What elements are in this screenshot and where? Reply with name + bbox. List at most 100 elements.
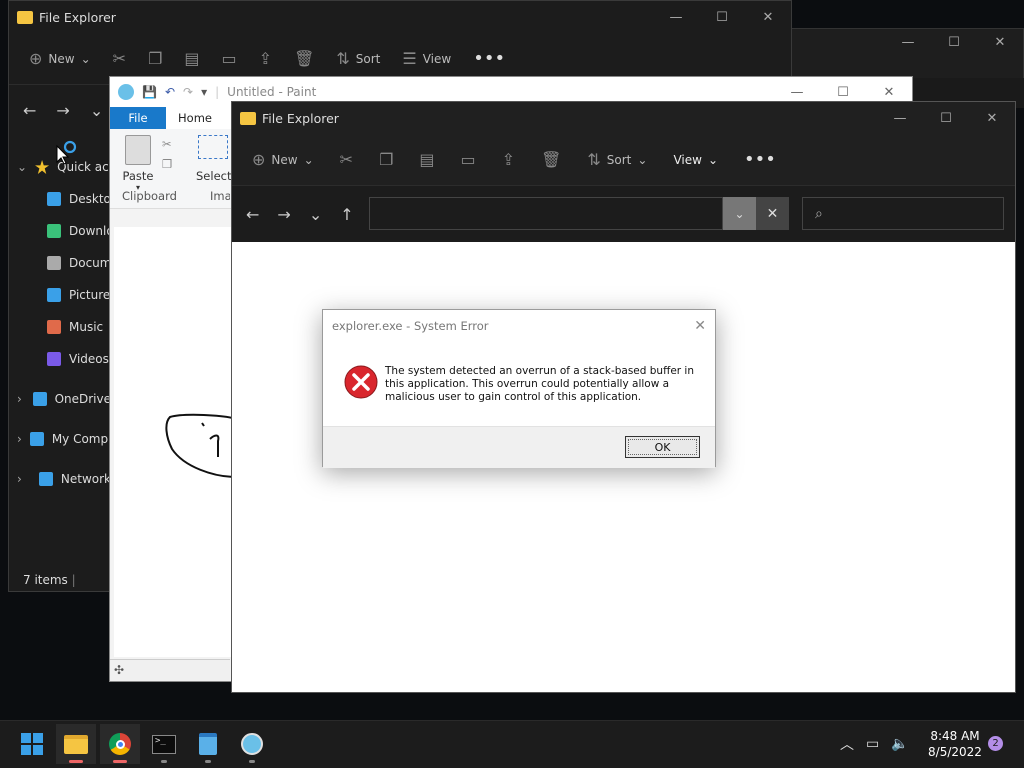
new-label: New (48, 51, 75, 66)
customize-icon[interactable]: ▾ (201, 85, 207, 99)
videos-icon (47, 352, 61, 366)
maximize-icon[interactable]: ☐ (699, 1, 745, 33)
select-button[interactable]: Select (196, 135, 231, 183)
share-icon[interactable]: ⇪ (502, 150, 515, 169)
paste-icon[interactable]: ▤ (184, 49, 199, 68)
copy-icon[interactable]: ❐ (379, 150, 393, 169)
nav-item[interactable]: Pictures (9, 279, 111, 311)
file-explorer-taskbar-button[interactable] (56, 724, 96, 764)
dialog-footer: OK (323, 426, 715, 468)
search-icon: ⌕ (815, 205, 823, 222)
clear-address-icon[interactable]: ✕ (756, 197, 789, 230)
paint-taskbar-button[interactable] (232, 724, 272, 764)
chevron-down-icon[interactable]: ⌄ (17, 160, 27, 174)
cut-icon[interactable]: ✂ (340, 150, 353, 169)
share-icon[interactable]: ⇪ (259, 49, 272, 68)
window-title: File Explorer (39, 9, 116, 25)
ok-button[interactable]: OK (625, 436, 700, 458)
cut-icon[interactable]: ✂ (113, 49, 126, 68)
chevron-down-icon[interactable]: ⌄ (90, 101, 103, 120)
chevron-right-icon[interactable]: › (17, 432, 22, 446)
music-icon (47, 320, 61, 334)
rename-icon[interactable]: ▭ (222, 49, 237, 68)
chevron-right-icon[interactable]: › (17, 472, 31, 486)
copy-icon[interactable]: ❐ (148, 49, 162, 68)
minimize-icon[interactable]: — (877, 102, 923, 134)
redo-icon[interactable]: ↷ (183, 85, 193, 99)
minimize-icon[interactable]: — (885, 29, 931, 55)
new-button[interactable]: ⊕ New ⌄ (29, 49, 91, 68)
image-group-label: Image (210, 189, 230, 203)
sort-button[interactable]: ⇅ Sort ⌄ (587, 150, 647, 169)
delete-icon[interactable]: 🗑 (294, 49, 314, 68)
network-icon[interactable]: ▭ (866, 736, 879, 752)
pictures-icon (47, 288, 61, 302)
drawing-canvas[interactable] (114, 227, 237, 657)
address-bar[interactable] (369, 197, 723, 230)
running-indicator (205, 760, 211, 763)
chevron-down-icon: ⌄ (637, 152, 648, 167)
view-button[interactable]: View ⌄ (673, 153, 718, 167)
computer-icon (29, 432, 44, 446)
close-icon[interactable]: ✕ (969, 102, 1015, 134)
clock[interactable]: 8:48 AM 8/5/2022 (920, 728, 990, 760)
select-icon (198, 135, 228, 159)
search-box[interactable]: ⌕ (802, 197, 1004, 230)
nav-item[interactable]: Videos (9, 343, 111, 375)
notification-badge[interactable]: 2 (988, 736, 1003, 751)
rename-icon[interactable]: ▭ (461, 150, 476, 169)
title-bar[interactable]: File Explorer — ☐ ✕ (9, 1, 791, 33)
chevron-right-icon[interactable]: › (17, 392, 25, 406)
undo-icon[interactable]: ↶ (165, 85, 175, 99)
paste-button[interactable]: Paste ▾ (120, 135, 156, 192)
close-icon[interactable]: ✕ (977, 29, 1023, 55)
status-bar: 7 items | (23, 573, 76, 587)
paste-icon[interactable]: ▤ (419, 150, 434, 169)
dialog-title: explorer.exe - System Error (332, 319, 489, 333)
nav-item[interactable]: › Network (9, 463, 111, 495)
more-icon[interactable]: ••• (744, 149, 776, 170)
tab-file[interactable]: File (110, 107, 166, 129)
chevron-down-icon[interactable]: ⌄ (309, 205, 322, 224)
notepad-icon (199, 733, 217, 755)
nav-item[interactable]: › My Computer (9, 423, 111, 455)
address-dropdown-icon[interactable]: ⌄ (723, 197, 756, 230)
notepad-taskbar-button[interactable] (188, 724, 228, 764)
forward-arrow-icon[interactable]: → (277, 205, 290, 224)
clock-time: 8:48 AM (930, 729, 980, 743)
forward-arrow-icon[interactable]: → (56, 101, 69, 120)
maximize-icon[interactable]: ☐ (931, 29, 977, 55)
dialog-title-bar[interactable]: explorer.exe - System Error ✕ (323, 310, 715, 342)
tab-home[interactable]: Home (166, 111, 224, 125)
up-arrow-icon[interactable]: ↑ (340, 205, 353, 224)
close-icon[interactable]: ✕ (694, 318, 706, 334)
copy-icon[interactable]: ❐ (162, 157, 172, 171)
delete-icon[interactable]: 🗑 (541, 150, 561, 169)
nav-item[interactable]: Downloads (9, 215, 111, 247)
nav-item[interactable]: › OneDrive (9, 383, 111, 415)
title-bar[interactable]: File Explorer — ☐ ✕ (232, 102, 1015, 134)
minimize-icon[interactable]: — (653, 1, 699, 33)
sort-button[interactable]: ⇅ Sort (336, 49, 380, 68)
error-message: The system detected an overrun of a stac… (385, 365, 695, 403)
close-icon[interactable]: ✕ (745, 1, 791, 33)
nav-item[interactable]: Desktop (9, 183, 111, 215)
cut-icon[interactable]: ✂ (162, 137, 172, 151)
folder-icon (17, 10, 33, 24)
view-button[interactable]: ☰ View (402, 49, 451, 68)
nav-item[interactable]: Music (9, 311, 111, 343)
new-button[interactable]: ⊕ New ⌄ (252, 150, 314, 169)
nav-item-label: Videos (69, 352, 109, 366)
maximize-icon[interactable]: ☐ (923, 102, 969, 134)
start-taskbar-button[interactable] (12, 724, 52, 764)
save-icon[interactable]: 💾 (142, 85, 157, 99)
back-arrow-icon[interactable]: ← (23, 101, 36, 120)
more-icon[interactable]: ••• (473, 48, 505, 69)
nav-item[interactable]: Documents (9, 247, 111, 279)
chrome-taskbar-button[interactable] (100, 724, 140, 764)
volume-icon[interactable]: 🔈 (891, 736, 908, 752)
back-arrow-icon[interactable]: ← (246, 205, 259, 224)
chevron-up-icon[interactable]: ︿ (840, 734, 854, 754)
window-title: Untitled - Paint (227, 85, 317, 99)
terminal-taskbar-button[interactable]: >_ (144, 724, 184, 764)
